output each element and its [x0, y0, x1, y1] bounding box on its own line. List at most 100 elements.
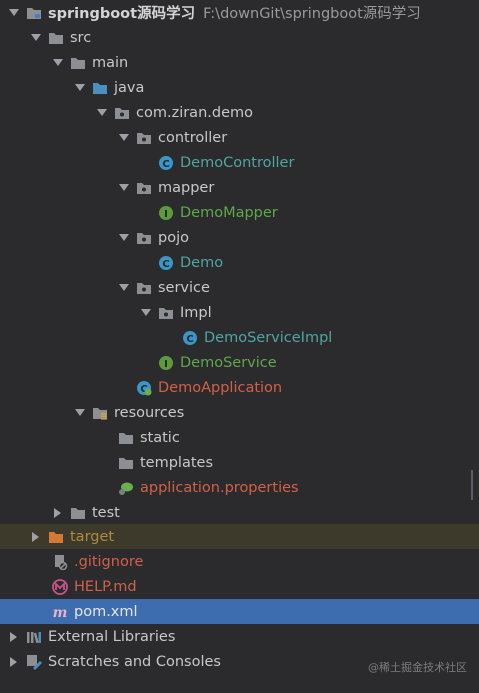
ignore-file-icon	[52, 554, 68, 570]
package-icon	[136, 180, 152, 196]
chevron-right-icon[interactable]	[8, 656, 20, 668]
tree-item-label: DemoServiceImpl	[204, 329, 333, 346]
tree-item-label: controller	[158, 129, 228, 146]
tree-row-help-md[interactable]: HELP.md	[0, 574, 479, 599]
source-folder-icon	[92, 80, 108, 96]
tree-row-resources[interactable]: resources	[0, 400, 479, 425]
java-class-icon: C	[182, 330, 198, 346]
tree-item-label: templates	[140, 454, 214, 471]
tree-row-mapper[interactable]: mapper	[0, 175, 479, 200]
chevron-down-icon[interactable]	[118, 132, 130, 144]
folder-icon	[70, 55, 86, 71]
chevron-right-icon[interactable]	[8, 631, 20, 643]
folder-icon	[118, 430, 134, 446]
tree-row-demoapplication[interactable]: C DemoApplication	[0, 375, 479, 400]
tree-row-target[interactable]: target	[0, 524, 479, 549]
chevron-down-icon[interactable]	[140, 307, 152, 319]
tree-row-democontroller[interactable]: C DemoController	[0, 150, 479, 175]
tree-item-label: pojo	[158, 229, 189, 246]
tree-item-label: com.ziran.demo	[136, 104, 253, 121]
java-interface-icon: I	[158, 355, 174, 371]
java-class-icon: C	[158, 155, 174, 171]
tree-row-pojo[interactable]: pojo	[0, 225, 479, 250]
svg-text:I: I	[164, 209, 168, 220]
excluded-folder-icon	[48, 529, 64, 545]
library-icon	[26, 629, 42, 645]
tree-item-label: External Libraries	[48, 628, 176, 645]
tree-item-label: java	[114, 79, 145, 96]
tree-item-label: main	[92, 54, 129, 71]
tree-item-label: DemoApplication	[158, 379, 283, 396]
tree-row-main[interactable]: main	[0, 50, 479, 75]
tree-item-label: pom.xml	[74, 603, 138, 620]
tree-item-label: service	[158, 279, 210, 296]
chevron-right-icon[interactable]	[30, 531, 42, 543]
svg-text:I: I	[164, 359, 168, 370]
tree-row-pom-xml[interactable]: m pom.xml	[0, 599, 479, 624]
tree-item-label: static	[140, 429, 180, 446]
folder-icon	[70, 505, 86, 521]
markdown-file-icon	[52, 578, 68, 595]
svg-text:C: C	[162, 159, 169, 170]
chevron-down-icon[interactable]	[52, 57, 64, 69]
scratches-icon	[26, 654, 42, 670]
tree-item-label: target	[70, 528, 115, 545]
package-icon	[136, 130, 152, 146]
chevron-right-icon[interactable]	[52, 507, 64, 519]
watermark: @稀土掘金技术社区	[368, 661, 467, 674]
chevron-down-icon[interactable]	[30, 32, 42, 44]
spring-boot-class-icon: C	[136, 380, 152, 396]
chevron-down-icon[interactable]	[118, 232, 130, 244]
resources-folder-icon	[92, 405, 108, 421]
tree-row-application-properties[interactable]: application.properties	[0, 475, 479, 500]
tree-row-demoserviceimpl[interactable]: C DemoServiceImpl	[0, 325, 479, 350]
package-icon	[158, 305, 174, 321]
tree-item-label: resources	[114, 404, 185, 421]
tree-row-controller[interactable]: controller	[0, 125, 479, 150]
tree-row-service[interactable]: service	[0, 275, 479, 300]
tree-item-label: DemoService	[180, 354, 277, 371]
tree-item-label: Demo	[180, 254, 224, 271]
tree-item-label: application.properties	[140, 479, 299, 496]
tree-row-src[interactable]: src	[0, 25, 479, 50]
java-interface-icon: I	[158, 205, 174, 221]
java-class-icon: C	[158, 255, 174, 271]
package-icon	[136, 280, 152, 296]
chevron-down-icon[interactable]	[96, 107, 108, 119]
chevron-down-icon[interactable]	[8, 7, 20, 19]
tree-item-label: test	[92, 504, 120, 521]
tree-item-label: Scratches and Consoles	[48, 653, 221, 670]
svg-text:C: C	[162, 259, 169, 270]
tree-row-project-root[interactable]: springboot源码学习 F:\downGit\springboot源码学习	[0, 0, 479, 25]
tree-row-package[interactable]: com.ziran.demo	[0, 100, 479, 125]
tree-item-label: HELP.md	[74, 578, 137, 595]
tree-row-demo[interactable]: C Demo	[0, 250, 479, 275]
tree-row-gitignore[interactable]: .gitignore	[0, 549, 479, 574]
tree-row-demomapper[interactable]: I DemoMapper	[0, 200, 479, 225]
tree-row-test[interactable]: test	[0, 500, 479, 525]
tree-row-static[interactable]: static	[0, 425, 479, 450]
tree-row-impl[interactable]: Impl	[0, 300, 479, 325]
tree-row-demoservice[interactable]: I DemoService	[0, 350, 479, 375]
spring-properties-icon	[118, 480, 134, 496]
tree-row-templates[interactable]: templates	[0, 450, 479, 475]
chevron-down-icon[interactable]	[74, 407, 86, 419]
project-path: F:\downGit\springboot源码学习	[203, 6, 421, 22]
module-folder-icon	[26, 5, 42, 21]
tree-row-external-libraries[interactable]: External Libraries	[0, 624, 479, 649]
chevron-down-icon[interactable]	[118, 282, 130, 294]
chevron-down-icon[interactable]	[118, 182, 130, 194]
svg-text:C: C	[186, 334, 193, 345]
tree-row-java[interactable]: java	[0, 75, 479, 100]
tree-item-label: src	[70, 29, 92, 46]
scrollbar-marker[interactable]	[471, 470, 473, 500]
chevron-down-icon[interactable]	[74, 82, 86, 94]
project-tree-panel: springboot源码学习 F:\downGit\springboot源码学习…	[0, 0, 479, 693]
svg-text:m: m	[53, 605, 68, 620]
maven-file-icon: m	[52, 604, 68, 620]
tree-item-label: .gitignore	[74, 553, 144, 570]
tree-item-label: DemoMapper	[180, 204, 278, 221]
tree-item-label: mapper	[158, 179, 215, 196]
project-name: springboot源码学习	[48, 6, 196, 22]
tree-item-label: Impl	[180, 304, 212, 321]
